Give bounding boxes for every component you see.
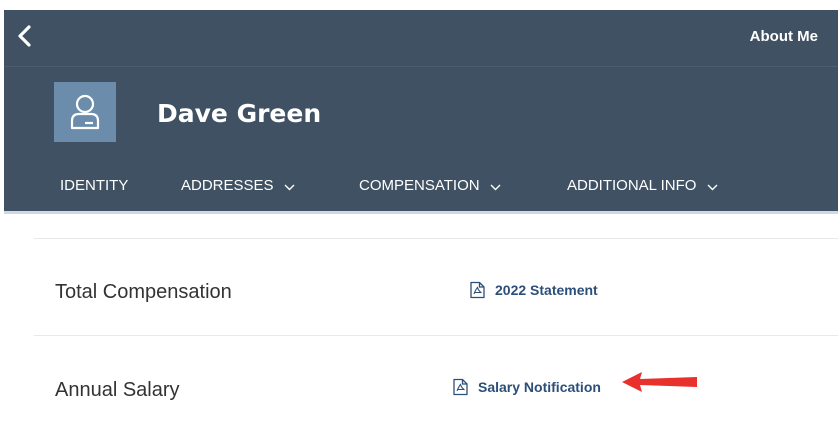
chevron-down-icon bbox=[707, 178, 718, 195]
row-label-total-compensation: Total Compensation bbox=[55, 281, 232, 303]
tab-additional-info[interactable]: ADDITIONAL INFO bbox=[567, 177, 718, 195]
salary-notification-link-text: Salary Notification bbox=[478, 379, 601, 395]
tab-additional-info-label: ADDITIONAL INFO bbox=[567, 177, 697, 194]
statement-2022-link-text: 2022 Statement bbox=[495, 282, 598, 298]
tab-identity[interactable]: IDENTITY bbox=[60, 177, 128, 194]
divider bbox=[34, 335, 838, 336]
chevron-down-icon bbox=[490, 178, 501, 195]
pdf-document-icon bbox=[453, 378, 468, 396]
page-title: About Me bbox=[749, 28, 818, 45]
pdf-document-icon bbox=[470, 281, 485, 299]
tab-compensation-label: COMPENSATION bbox=[359, 177, 480, 194]
chevron-left-icon bbox=[18, 25, 31, 47]
divider bbox=[34, 238, 838, 239]
avatar bbox=[54, 82, 116, 142]
user-icon bbox=[70, 94, 100, 130]
salary-notification-link[interactable]: Salary Notification bbox=[452, 378, 601, 396]
section-tabs: IDENTITY ADDRESSES COMPENSATION ADDITION… bbox=[4, 174, 838, 214]
top-bar: About Me bbox=[4, 10, 838, 67]
chevron-down-icon bbox=[284, 178, 295, 195]
statement-2022-link[interactable]: 2022 Statement bbox=[469, 281, 598, 299]
back-button[interactable] bbox=[14, 22, 38, 50]
employee-name: Dave Green bbox=[157, 99, 322, 128]
tab-identity-label: IDENTITY bbox=[60, 177, 129, 194]
tab-addresses-label: ADDRESSES bbox=[181, 177, 274, 194]
tab-compensation[interactable]: COMPENSATION bbox=[359, 177, 501, 195]
compensation-section: Total Compensation 2022 Statement Annual… bbox=[34, 214, 838, 427]
profile-header: About Me Dave Green IDENTITY ADDRESSES C… bbox=[4, 10, 838, 214]
tab-addresses[interactable]: ADDRESSES bbox=[181, 177, 295, 195]
row-label-annual-salary: Annual Salary bbox=[55, 379, 180, 401]
red-arrow-annotation bbox=[622, 372, 697, 392]
